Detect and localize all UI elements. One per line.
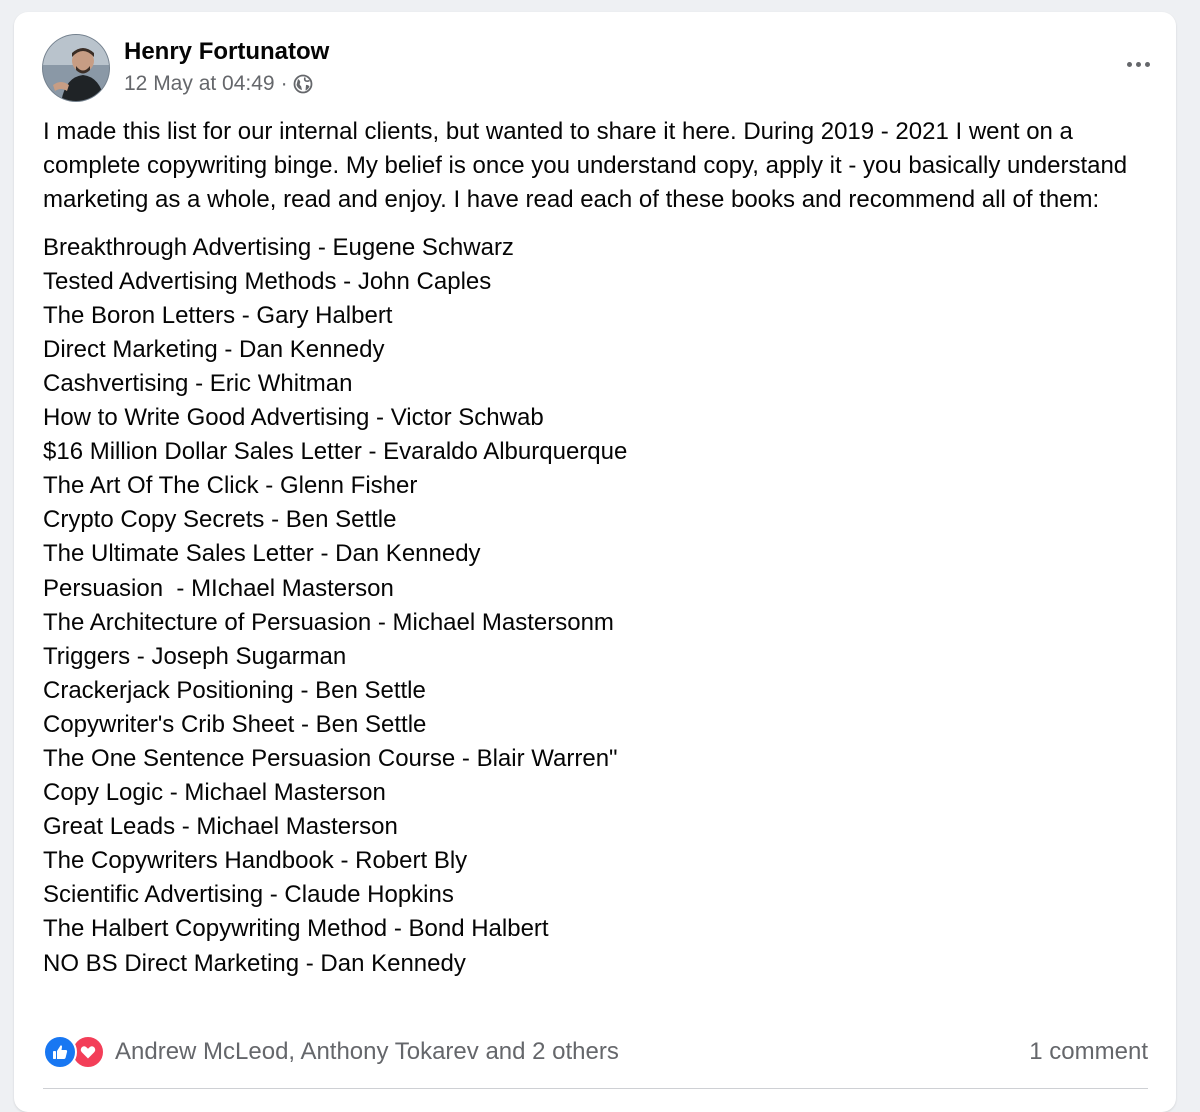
book-list-item: How to Write Good Advertising - Victor S… <box>43 404 544 432</box>
post-subline: 12 May at 04:49 · <box>124 71 329 97</box>
post-footer: Andrew McLeod, Anthony Tokarev and 2 oth… <box>43 1034 1148 1070</box>
author-avatar[interactable] <box>42 34 110 102</box>
book-list-item: The Architecture of Persuasion - Michael… <box>43 608 614 636</box>
book-list-item: Scientific Advertising - Claude Hopkins <box>43 881 454 909</box>
post-card: Henry Fortunatow 12 May at 04:49 · I mad <box>14 12 1176 1112</box>
book-list-item: The Ultimate Sales Letter - Dan Kennedy <box>43 540 481 568</box>
book-list-item: The One Sentence Persuasion Course - Bla… <box>43 745 618 773</box>
post-intro: I made this list for our internal client… <box>43 118 1128 214</box>
book-list-item: Tested Advertising Methods - John Caples <box>43 267 492 295</box>
book-list-item: Triggers - Joseph Sugarman <box>43 642 347 670</box>
book-list-item: $16 Million Dollar Sales Letter - Evaral… <box>43 438 628 466</box>
book-list-item: Direct Marketing - Dan Kennedy <box>43 335 385 363</box>
post-header: Henry Fortunatow 12 May at 04:49 · <box>42 34 329 104</box>
book-list-item: Copywriter's Crib Sheet - Ben Settle <box>43 710 427 738</box>
book-list-item: The Halbert Copywriting Method - Bond Ha… <box>43 915 549 943</box>
book-list-item: The Art Of The Click - Glenn Fisher <box>43 472 418 500</box>
post-timestamp[interactable]: 12 May at 04:49 <box>124 71 275 97</box>
more-dot <box>1126 61 1132 67</box>
book-list-item: Crypto Copy Secrets - Ben Settle <box>43 506 397 534</box>
book-list-item: Copy Logic - Michael Masterson <box>43 779 386 807</box>
more-dot <box>1135 61 1141 67</box>
book-list-item: The Copywriters Handbook - Robert Bly <box>43 847 468 875</box>
like-icon[interactable] <box>43 1035 77 1069</box>
more-options-icon[interactable] <box>1118 44 1158 84</box>
reactions-summary[interactable]: Andrew McLeod, Anthony Tokarev and 2 oth… <box>43 1035 619 1069</box>
footer-divider <box>43 1088 1148 1089</box>
book-list-item: Persuasion - MIchael Masterson <box>43 574 394 602</box>
globe-icon[interactable] <box>293 74 313 94</box>
comments-count-link[interactable]: 1 comment <box>1029 1038 1148 1066</box>
book-list: Breakthrough Advertising - Eugene Schwar… <box>43 231 1143 981</box>
meta-separator: · <box>280 72 288 95</box>
book-list-item: Great Leads - Michael Masterson <box>43 813 398 841</box>
book-list-item: Crackerjack Positioning - Ben Settle <box>43 676 426 704</box>
post-meta: Henry Fortunatow 12 May at 04:49 · <box>124 34 329 97</box>
reactors-text[interactable]: Andrew McLeod, Anthony Tokarev and 2 oth… <box>115 1038 619 1066</box>
more-dot <box>1144 61 1150 67</box>
book-list-item: Cashvertising - Eric Whitman <box>43 369 353 397</box>
avatar-image <box>43 35 109 101</box>
author-name[interactable]: Henry Fortunatow <box>124 37 329 67</box>
book-list-item: NO BS Direct Marketing - Dan Kennedy <box>43 949 466 977</box>
book-list-item: Breakthrough Advertising - Eugene Schwar… <box>43 233 514 261</box>
reaction-icons <box>43 1035 105 1069</box>
post-body: I made this list for our internal client… <box>43 115 1143 981</box>
book-list-item: The Boron Letters - Gary Halbert <box>43 301 393 329</box>
